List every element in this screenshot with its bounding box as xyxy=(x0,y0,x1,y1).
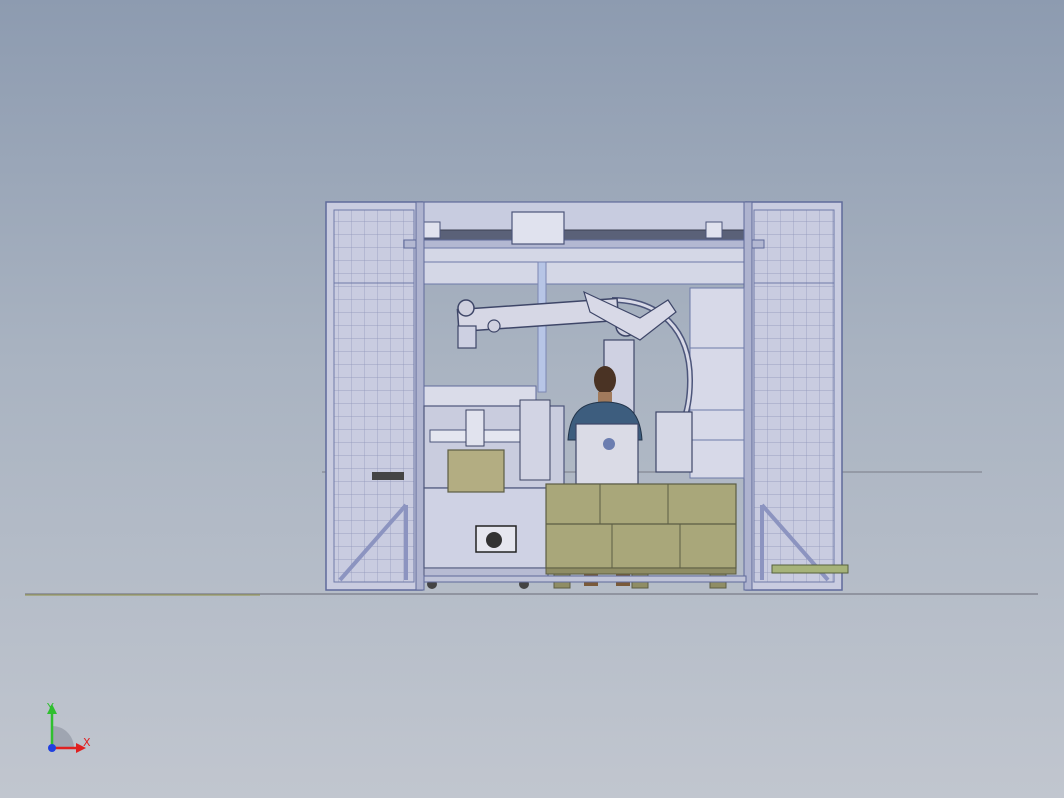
cad-viewport[interactable]: Y X xyxy=(0,0,1064,798)
door-handle[interactable] xyxy=(372,472,404,480)
gantry-beam[interactable] xyxy=(403,201,765,285)
incoming-carton xyxy=(447,449,505,493)
y-axis-label: Y xyxy=(46,701,54,714)
x-axis-label: X xyxy=(83,736,91,749)
coordinate-triad: Y X xyxy=(46,701,91,753)
base-plate xyxy=(423,575,747,583)
gantry-carriage[interactable] xyxy=(511,211,565,245)
palletizer-assembly-drawing[interactable]: Y X xyxy=(0,0,1064,798)
right-guard-panel[interactable] xyxy=(745,201,849,591)
operator-chair xyxy=(575,423,639,485)
pallet-stack[interactable] xyxy=(545,483,737,589)
end-effector xyxy=(457,325,477,349)
wrist-joint xyxy=(457,299,475,317)
z-axis-dot xyxy=(48,744,56,752)
left-guard-panel[interactable] xyxy=(325,201,423,591)
